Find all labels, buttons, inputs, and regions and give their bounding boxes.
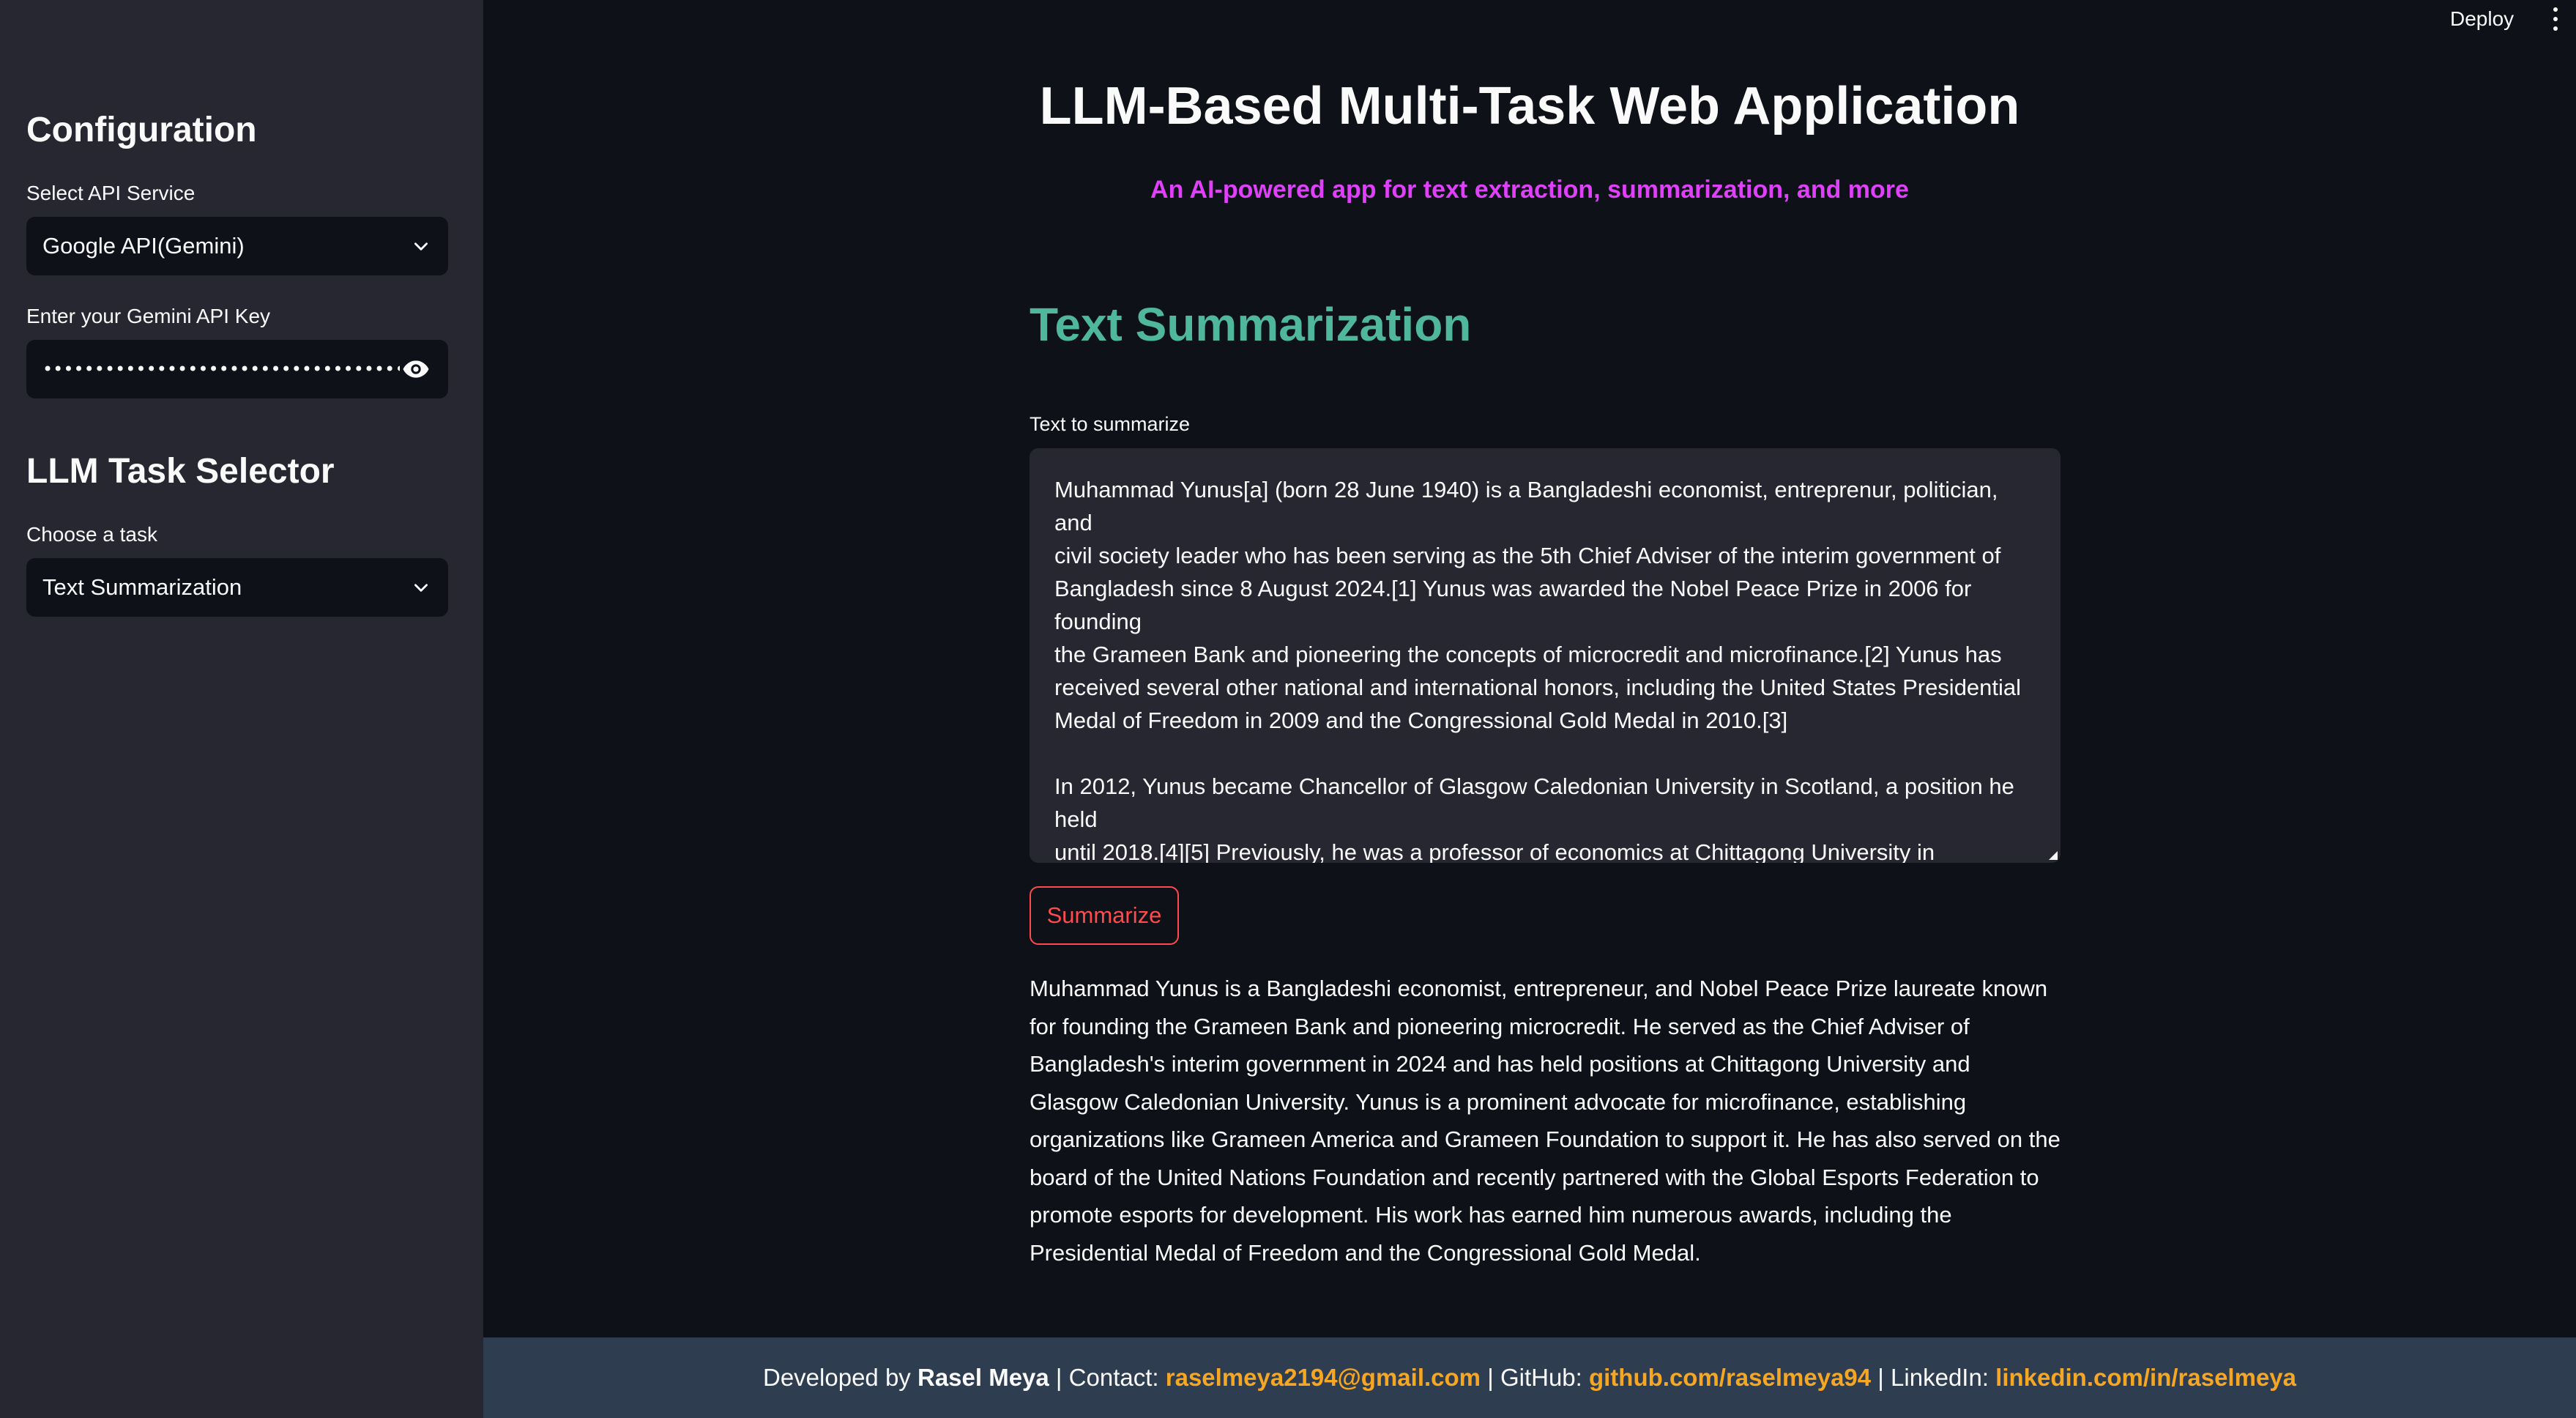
task-selector-heading: LLM Task Selector: [26, 452, 335, 491]
task-select[interactable]: Text Summarization: [26, 558, 448, 617]
footer-contact-label: | Contact:: [1049, 1364, 1166, 1391]
api-service-label: Select API Service: [26, 182, 196, 204]
text-to-summarize-textarea[interactable]: Muhammad Yunus[a] (born 28 June 1940) is…: [1030, 448, 2061, 863]
footer-developed-by: Developed by: [763, 1364, 917, 1391]
footer: Developed by Rasel Meya | Contact: rasel…: [483, 1337, 2576, 1418]
api-service-select[interactable]: Google API(Gemini): [26, 217, 448, 275]
show-password-eye-icon[interactable]: [400, 353, 432, 385]
summary-output: Muhammad Yunus is a Bangladeshi economis…: [1030, 976, 2061, 1266]
page-title: LLM-Based Multi-Task Web Application: [1039, 77, 2020, 136]
api-key-input[interactable]: ••••••••••••••••••••••••••••••••••••••: [26, 340, 448, 398]
sidebar: Configuration Select API Service Google …: [0, 0, 483, 1418]
deploy-button[interactable]: Deploy: [2450, 7, 2514, 31]
footer-linkedin-label: | LinkedIn:: [1871, 1364, 1996, 1391]
api-key-masked-value: ••••••••••••••••••••••••••••••••••••••: [42, 359, 400, 379]
task-label: Choose a task: [26, 523, 157, 546]
section-title: Text Summarization: [1030, 298, 1472, 351]
configuration-heading: Configuration: [26, 111, 257, 149]
api-key-label: Enter your Gemini API Key: [26, 305, 271, 327]
task-value: Text Summarization: [42, 574, 242, 600]
textarea-content: Muhammad Yunus[a] (born 28 June 1940) is…: [1054, 477, 2022, 863]
chevron-down-icon: [410, 576, 432, 598]
footer-github-link[interactable]: github.com/raselmeya94: [1589, 1364, 1871, 1392]
text-input-label: Text to summarize: [1030, 413, 1191, 435]
footer-author: Rasel Meya: [917, 1364, 1049, 1391]
resize-handle-icon[interactable]: [2047, 850, 2058, 860]
page-subtitle: An AI-powered app for text extraction, s…: [1150, 176, 1909, 204]
footer-email-link[interactable]: raselmeya2194@gmail.com: [1166, 1364, 1481, 1392]
kebab-menu-icon[interactable]: [2547, 4, 2564, 34]
footer-github-label: | GitHub:: [1481, 1364, 1589, 1391]
summarize-button[interactable]: Summarize: [1030, 886, 1179, 945]
chevron-down-icon: [410, 235, 432, 257]
api-service-value: Google API(Gemini): [42, 233, 245, 259]
footer-linkedin-link[interactable]: linkedin.com/in/raselmeya: [1995, 1364, 2296, 1392]
app-root: Configuration Select API Service Google …: [0, 0, 2576, 1418]
